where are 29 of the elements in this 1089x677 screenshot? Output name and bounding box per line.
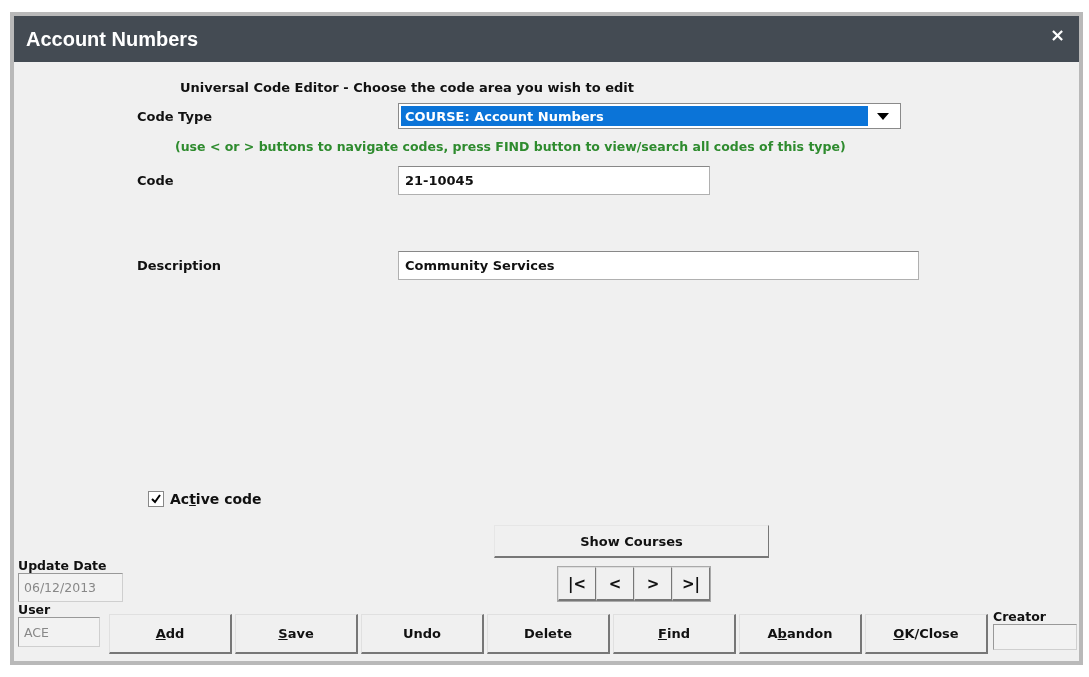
action-button[interactable]: Delete	[487, 614, 610, 654]
description-field[interactable]: Community Services	[398, 251, 919, 280]
heading: Universal Code Editor - Choose the code area you wish to edit	[180, 80, 635, 95]
action-button[interactable]: Save	[235, 614, 358, 654]
creator-label: Creator	[993, 609, 1046, 624]
action-button[interactable]: Find	[613, 614, 736, 654]
nav-button[interactable]: >	[634, 567, 672, 601]
user-field: ACE	[18, 617, 100, 647]
nav-button[interactable]: <	[596, 567, 634, 601]
code-label: Code	[137, 173, 175, 188]
action-button[interactable]: Undo	[361, 614, 484, 654]
code-type-dropdown[interactable]: COURSE: Account Numbers	[398, 103, 901, 129]
description-label: Description	[137, 258, 223, 273]
show-courses-button[interactable]: Show Courses	[494, 525, 769, 558]
close-button[interactable]: ×	[1049, 23, 1065, 45]
code-type-label: Code Type	[137, 108, 214, 124]
update-date-label: Update Date	[18, 558, 107, 573]
code-field[interactable]: 21-10045	[398, 166, 710, 195]
active-checkbox[interactable]	[148, 491, 164, 507]
window-title: Account Numbers	[26, 27, 199, 51]
action-button[interactable]: OK/Close	[865, 614, 988, 654]
action-button[interactable]: Add	[109, 614, 232, 654]
hint-text: (use < or > buttons to navigate codes, press FIND button to view/search all codes of this type)	[175, 139, 847, 154]
user-label: User	[18, 602, 51, 617]
update-date-field: 06/12/2013	[18, 573, 123, 602]
nav-button[interactable]: |<	[558, 567, 596, 601]
nav-button[interactable]: >|	[672, 567, 710, 601]
active-code-label: Active code	[170, 491, 262, 507]
action-button[interactable]: Abandon	[739, 614, 862, 654]
